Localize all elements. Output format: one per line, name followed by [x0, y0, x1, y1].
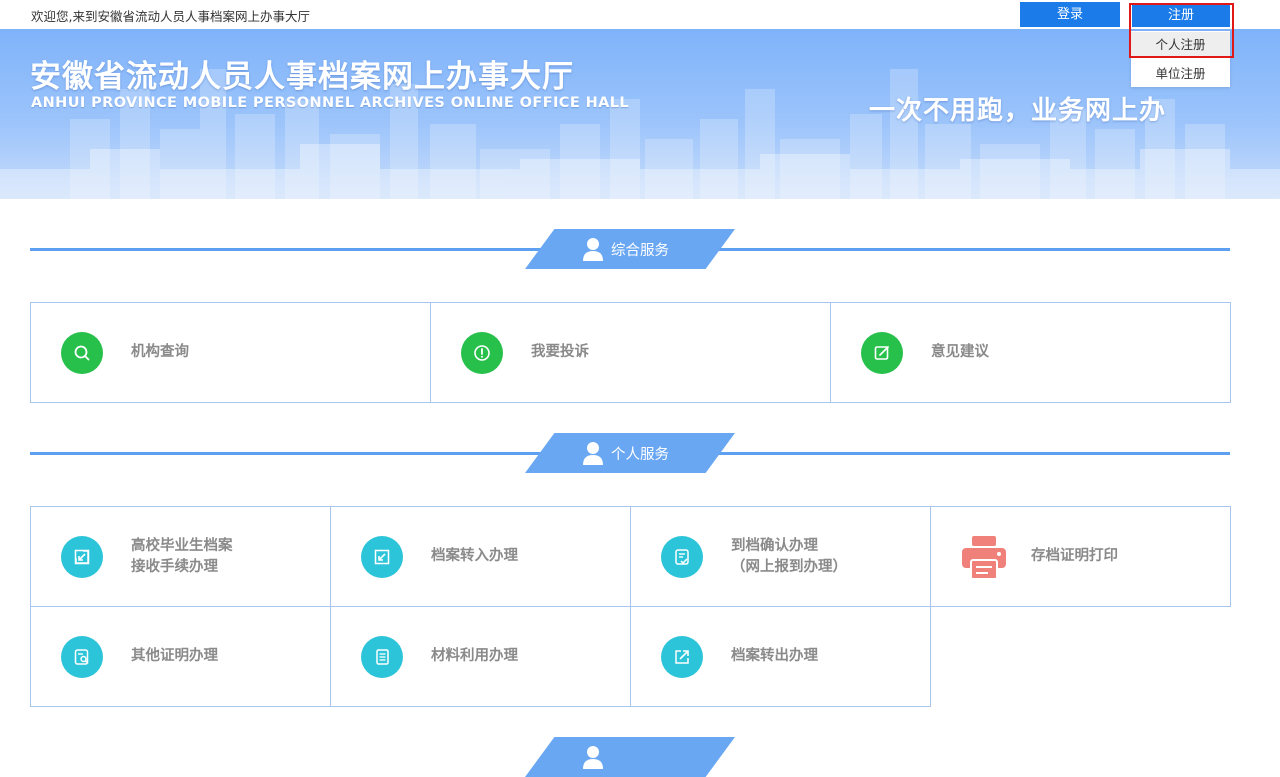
section-tab: 个人服务 [525, 433, 735, 473]
service-card-certificate-print[interactable]: 存档证明打印 [930, 506, 1231, 607]
slogan: 一次不用跑，业务网上办 [869, 96, 1167, 126]
service-card-suggestion[interactable]: 意见建议 [830, 302, 1231, 403]
section-header-personal: 个人服务 [30, 433, 1230, 473]
document-check-icon [661, 536, 703, 578]
section-tab [525, 737, 735, 777]
printer-icon [962, 536, 1006, 580]
site-title: 安徽省流动人员人事档案网上办事大厅 [30, 59, 574, 95]
arrow-out-icon [661, 636, 703, 678]
section-header-next [30, 737, 1230, 777]
login-button[interactable]: 登录 [1020, 2, 1120, 27]
service-label: 其他证明办理 [131, 648, 218, 664]
register-personal-option[interactable]: 个人注册 [1131, 32, 1230, 58]
document-list-icon [361, 636, 403, 678]
arrow-in-icon [61, 536, 103, 578]
service-label: 材料利用办理 [431, 648, 518, 664]
service-label-line1: 到档确认办理 [731, 537, 818, 554]
register-dropdown: 个人注册 单位注册 [1131, 31, 1230, 87]
service-label-line1: 高校毕业生档案 [131, 537, 233, 554]
section-header-general: 综合服务 [30, 229, 1230, 269]
search-icon [61, 332, 103, 374]
service-label: 我要投诉 [531, 344, 589, 360]
site-subtitle: ANHUI PROVINCE MOBILE PERSONNEL ARCHIVES… [31, 95, 630, 111]
edit-icon [861, 332, 903, 374]
arrow-in-icon [361, 536, 403, 578]
user-icon [583, 746, 603, 769]
register-company-option[interactable]: 单位注册 [1131, 61, 1230, 87]
service-label: 意见建议 [931, 344, 989, 360]
service-label: 存档证明打印 [1031, 548, 1118, 564]
section-title: 个人服务 [611, 446, 669, 463]
section-tab: 综合服务 [525, 229, 735, 269]
user-icon [583, 238, 603, 261]
certificate-search-icon [61, 636, 103, 678]
service-label: 档案转入办理 [431, 548, 518, 564]
service-card-complaint[interactable]: 我要投诉 [430, 302, 831, 403]
service-card-org-query[interactable]: 机构查询 [30, 302, 431, 403]
service-card-graduate-archive[interactable]: 高校毕业生档案 接收手续办理 [30, 506, 331, 607]
header-banner: 安徽省流动人员人事档案网上办事大厅 ANHUI PROVINCE MOBILE … [0, 29, 1280, 199]
service-label-line2: （网上报到办理） [731, 558, 847, 575]
top-bar: 欢迎您,来到安徽省流动人员人事档案网上办事大厅 登录 注册 [0, 0, 1280, 29]
service-label: 机构查询 [131, 344, 189, 360]
section-title: 综合服务 [611, 242, 669, 259]
service-card-other-certificate[interactable]: 其他证明办理 [30, 606, 331, 707]
service-label: 档案转出办理 [731, 648, 818, 664]
service-card-archive-transfer-in[interactable]: 档案转入办理 [330, 506, 631, 607]
service-card-material-use[interactable]: 材料利用办理 [330, 606, 631, 707]
user-icon [583, 442, 603, 465]
service-card-archive-confirm[interactable]: 到档确认办理 （网上报到办理） [630, 506, 931, 607]
alert-icon [461, 332, 503, 374]
service-card-archive-transfer-out[interactable]: 档案转出办理 [630, 606, 931, 707]
welcome-text: 欢迎您,来到安徽省流动人员人事档案网上办事大厅 [31, 9, 310, 24]
service-label-line2: 接收手续办理 [131, 558, 218, 575]
register-button[interactable]: 注册 [1132, 5, 1230, 27]
